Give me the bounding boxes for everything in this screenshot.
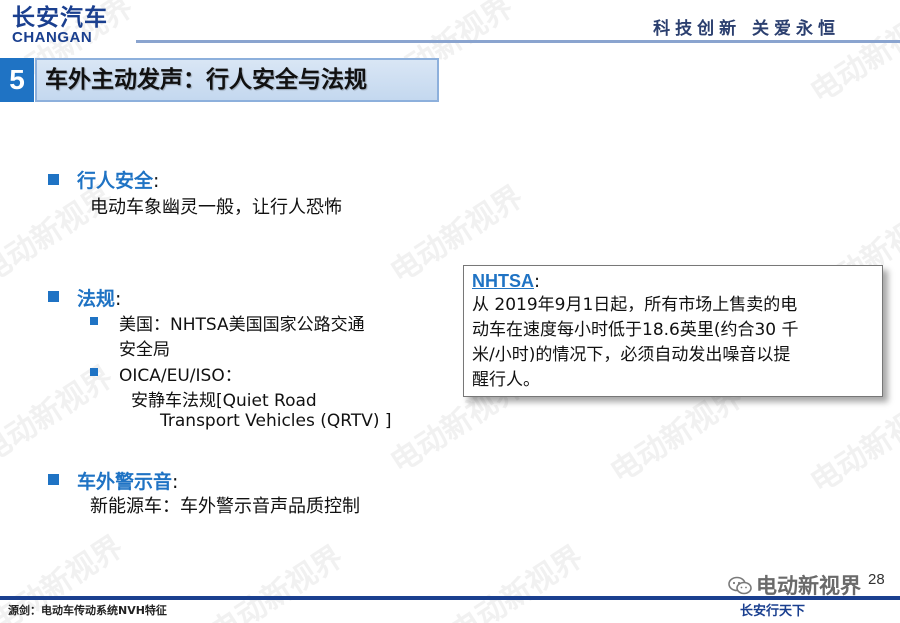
- regulation-us-line1: 美国：NHTSA美国国家公路交通: [119, 315, 365, 335]
- corner-logo: 长安行天下: [740, 604, 806, 619]
- regulation-us-line2: 安全局: [119, 340, 170, 360]
- sub-bullet-icon: [90, 368, 98, 376]
- logo-english: CHANGAN: [12, 29, 93, 46]
- wechat-icon: [728, 576, 752, 595]
- heading-regulation: 法规:: [77, 284, 121, 311]
- bullet-square-icon: [48, 174, 59, 185]
- nhtsa-line: 醒行人。: [472, 370, 540, 390]
- footer-source: 源剑：电动车传动系统NVH特征: [8, 604, 167, 617]
- heading-warning: 车外警示音:: [77, 467, 178, 494]
- regulation-oica-line3: Transport Vehicles (QRTV) ]: [160, 411, 392, 431]
- nhtsa-line: 米/小时)的情况下，必须自动发出噪音以提: [472, 345, 791, 365]
- watermark: 电动新视界: [444, 539, 590, 623]
- bullet-square-icon: [48, 474, 59, 485]
- nhtsa-colon: :: [534, 271, 541, 292]
- sub-bullet-icon: [90, 317, 98, 325]
- heading-pedestrian: 行人安全:: [77, 166, 159, 193]
- regulation-oica-line1: OICA/EU/ISO：: [119, 366, 242, 386]
- section-title: 车外主动发声：行人安全与法规: [35, 58, 439, 102]
- pedestrian-text: 电动车象幽灵一般，让行人恐怖: [90, 197, 342, 218]
- nhtsa-line: 从 2019年9月1日起，所有市场上售卖的电: [472, 295, 798, 315]
- nhtsa-title: NHTSA: [472, 271, 534, 291]
- warning-text: 新能源车：车外警示音声品质控制: [90, 496, 360, 517]
- logo-chinese: 长安汽车: [12, 5, 108, 31]
- watermark: 电动新视界: [204, 539, 350, 623]
- heading-colon: :: [115, 288, 122, 310]
- nhtsa-body: 从 2019年9月1日起，所有市场上售卖的电 动车在速度每小时低于18.6英里(…: [472, 293, 874, 393]
- heading-colon: :: [153, 170, 160, 192]
- bullet-square-icon: [48, 291, 59, 302]
- regulation-oica-line2: 安静车法规[Quiet Road: [131, 391, 317, 411]
- heading-colon: :: [172, 471, 179, 493]
- nhtsa-line: 动车在速度每小时低于18.6英里(约合30 千: [472, 320, 799, 340]
- page-number: 28: [868, 571, 885, 588]
- nhtsa-header: NHTSA:: [472, 271, 874, 292]
- nhtsa-callout: NHTSA: 从 2019年9月1日起，所有市场上售卖的电 动车在速度每小时低于…: [463, 265, 883, 397]
- heading-pedestrian-label: 行人安全: [77, 170, 154, 192]
- slogan: 科技创新 关爱永恒: [653, 19, 840, 39]
- watermark: 电动新视界: [804, 389, 900, 501]
- heading-warning-label: 车外警示音: [77, 471, 173, 493]
- wechat-name: 电动新视界: [756, 574, 861, 598]
- heading-regulation-label: 法规: [77, 288, 116, 310]
- section-number: 5: [0, 58, 34, 102]
- watermark: 电动新视界: [0, 359, 120, 471]
- header-divider: [136, 40, 900, 43]
- changan-logo: 长安汽车 CHANGAN: [12, 5, 108, 45]
